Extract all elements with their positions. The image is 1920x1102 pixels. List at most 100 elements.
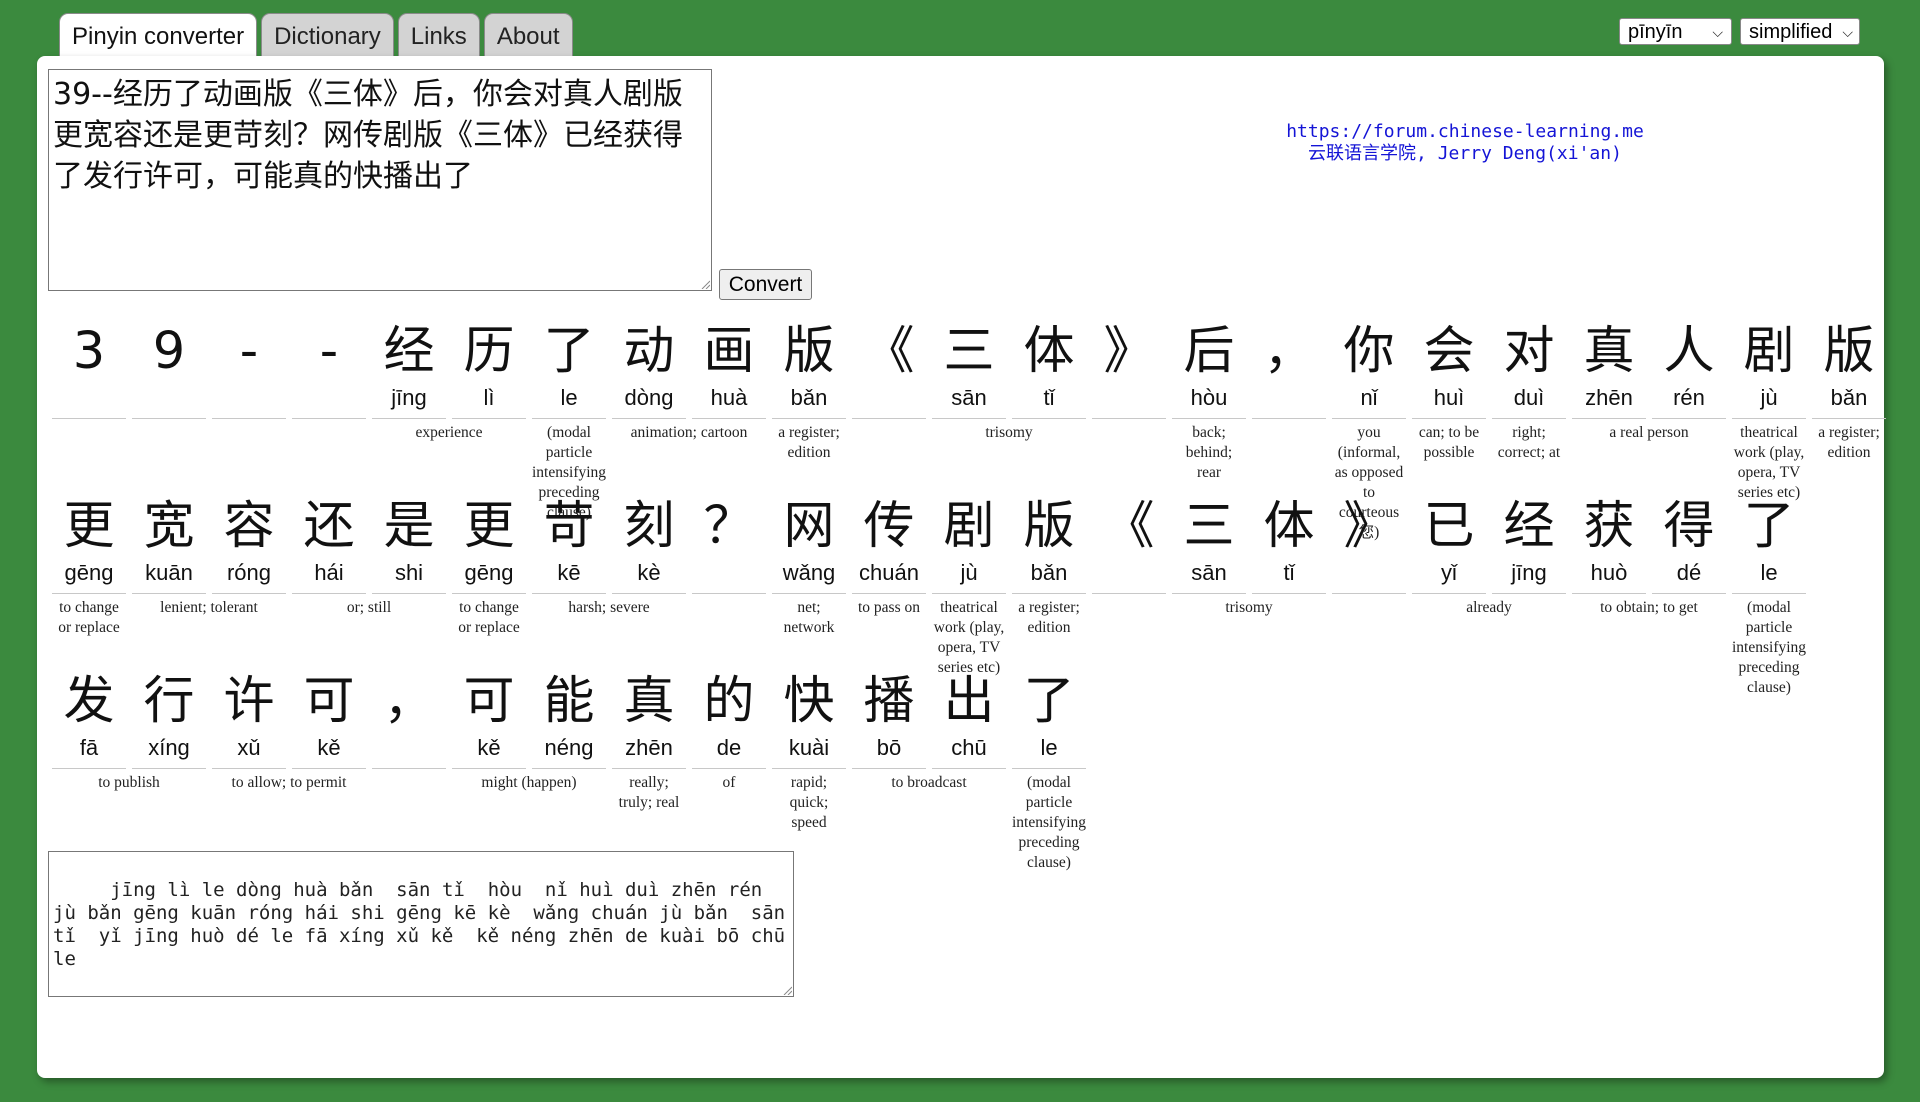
resize-grip-icon[interactable] [700, 279, 710, 289]
cell-divider [532, 418, 606, 419]
char-cell[interactable]: 体 tǐ [1012, 321, 1086, 419]
pinyin-label: huì [1433, 385, 1465, 410]
cell-divider [52, 768, 126, 769]
char-cell[interactable]: 历 lì [452, 321, 526, 419]
cell-divider [1572, 593, 1646, 594]
char-cell[interactable]: 后 hòu [1172, 321, 1246, 419]
hanzi-char: 还 [303, 497, 355, 556]
char-cell[interactable]: 画 huà [692, 321, 766, 419]
char-cell[interactable]: ， [1252, 321, 1326, 419]
char-cell[interactable]: 的 de [692, 671, 766, 769]
char-cell[interactable]: 经 jīng [1492, 496, 1566, 594]
char-cell[interactable]: 动 dòng [612, 321, 686, 419]
char-cell[interactable]: 真 zhēn [1572, 321, 1646, 419]
char-cell[interactable]: 》 [1332, 496, 1406, 594]
char-cell[interactable]: 能 néng [532, 671, 606, 769]
char-cell[interactable]: 宽 kuān [132, 496, 206, 594]
char-cell[interactable]: 《 [1092, 496, 1166, 594]
forum-link[interactable]: https://forum.chinese-learning.me [1200, 121, 1730, 143]
tab-links[interactable]: Links [397, 13, 480, 56]
hanzi-char: 可 [463, 672, 515, 731]
cell-divider [1492, 593, 1566, 594]
char-cell[interactable]: 版 bǎn [1812, 321, 1886, 419]
char-cell[interactable]: 快 kuài [772, 671, 846, 769]
char-cell[interactable]: - [212, 321, 286, 419]
char-cell[interactable]: 是 shi [372, 496, 446, 594]
char-cell[interactable]: 会 huì [1412, 321, 1486, 419]
hanzi-char: 真 [1583, 322, 1635, 381]
hanzi-char: 版 [783, 322, 835, 381]
char-cell[interactable]: 已 yǐ [1412, 496, 1486, 594]
gloss-text: (modal particle intensifying preceding c… [1012, 774, 1087, 871]
char-cell[interactable]: 容 róng [212, 496, 286, 594]
script-select[interactable]: simplified ⌵ [1740, 18, 1860, 45]
char-cell[interactable]: 更 gēng [452, 496, 526, 594]
char-cell[interactable]: 许 xǔ [212, 671, 286, 769]
char-cell[interactable]: 》 [1092, 321, 1166, 419]
cell-divider [1412, 593, 1486, 594]
hanzi-char: 历 [463, 322, 515, 381]
char-cell[interactable]: 发 fā [52, 671, 126, 769]
pinyin-label: kuān [145, 560, 193, 585]
char-cell[interactable]: 了 le [1012, 671, 1086, 769]
char-cell[interactable]: 体 tǐ [1252, 496, 1326, 594]
char-cell[interactable]: 剧 jù [932, 496, 1006, 594]
gloss-text: trisomy [985, 424, 1033, 441]
tab-pinyin-converter[interactable]: Pinyin converter [59, 13, 258, 57]
tab-about[interactable]: About [483, 13, 573, 56]
char-cell[interactable]: 传 chuán [852, 496, 926, 594]
cell-divider [1492, 418, 1566, 419]
char-cell[interactable]: 了 le [532, 321, 606, 419]
cell-divider [372, 593, 446, 594]
char-cell[interactable]: 3 [52, 321, 126, 419]
char-cell[interactable]: 你 nǐ [1332, 321, 1406, 419]
char-cell[interactable]: 对 duì [1492, 321, 1566, 419]
char-cell[interactable]: 可 kě [292, 671, 366, 769]
convert-button[interactable]: Convert [719, 269, 812, 300]
cell-divider [1412, 418, 1486, 419]
char-cell[interactable]: 网 wǎng [772, 496, 846, 594]
cell-divider [1732, 593, 1806, 594]
char-cell[interactable]: 真 zhēn [612, 671, 686, 769]
char-cell[interactable]: ？ [692, 496, 766, 594]
char-cell[interactable]: 出 chū [932, 671, 1006, 769]
tone-mode-select[interactable]: pīnyīn ⌵ [1619, 18, 1732, 45]
hanzi-char: 体 [1023, 322, 1075, 381]
char-cell[interactable]: 经 jīng [372, 321, 446, 419]
char-cell[interactable]: 版 bǎn [772, 321, 846, 419]
char-cell[interactable]: 《 [852, 321, 926, 419]
cell-divider [1252, 593, 1326, 594]
cell-divider [932, 418, 1006, 419]
hanzi-char: 你 [1343, 322, 1395, 381]
char-cell[interactable]: 获 huò [1572, 496, 1646, 594]
char-cell[interactable]: 版 bǎn [1012, 496, 1086, 594]
cell-divider [1092, 418, 1166, 419]
hanzi-char: 9 [152, 322, 186, 381]
tab-dictionary[interactable]: Dictionary [261, 13, 394, 56]
char-cell[interactable]: 可 kě [452, 671, 526, 769]
char-cell[interactable]: 播 bō [852, 671, 926, 769]
resize-grip-icon[interactable] [782, 985, 792, 995]
hanzi-char: 人 [1663, 322, 1715, 381]
char-cell[interactable]: 了 le [1732, 496, 1806, 594]
tone-mode-value: pīnyīn [1628, 20, 1683, 43]
char-cell[interactable]: 刻 kè [612, 496, 686, 594]
chinese-input-text: 39--经历了动画版《三体》后，你会对真人剧版更宽容还是更苛刻？网传剧版《三体》… [53, 77, 683, 194]
tab-bar: Pinyin converter Dictionary Links About [59, 13, 573, 57]
char-cell[interactable]: - [292, 321, 366, 419]
pinyin-label: sān [951, 385, 987, 410]
char-cell[interactable]: ， [372, 671, 446, 769]
cell-divider [452, 418, 526, 419]
char-cell[interactable]: 三 sān [932, 321, 1006, 419]
char-cell[interactable]: 三 sān [1172, 496, 1246, 594]
char-cell[interactable]: 得 dé [1652, 496, 1726, 594]
char-cell[interactable]: 苛 kē [532, 496, 606, 594]
char-cell[interactable]: 更 gēng [52, 496, 126, 594]
pinyin-output-textarea[interactable]: jīng lì le dòng huà bǎn sān tǐ hòu nǐ hu… [48, 851, 794, 997]
char-cell[interactable]: 剧 jù [1732, 321, 1806, 419]
char-cell[interactable]: 行 xíng [132, 671, 206, 769]
char-cell[interactable]: 9 [132, 321, 206, 419]
char-cell[interactable]: 人 rén [1652, 321, 1726, 419]
chinese-input-textarea[interactable]: 39--经历了动画版《三体》后，你会对真人剧版更宽容还是更苛刻？网传剧版《三体》… [48, 69, 712, 291]
char-cell[interactable]: 还 hái [292, 496, 366, 594]
